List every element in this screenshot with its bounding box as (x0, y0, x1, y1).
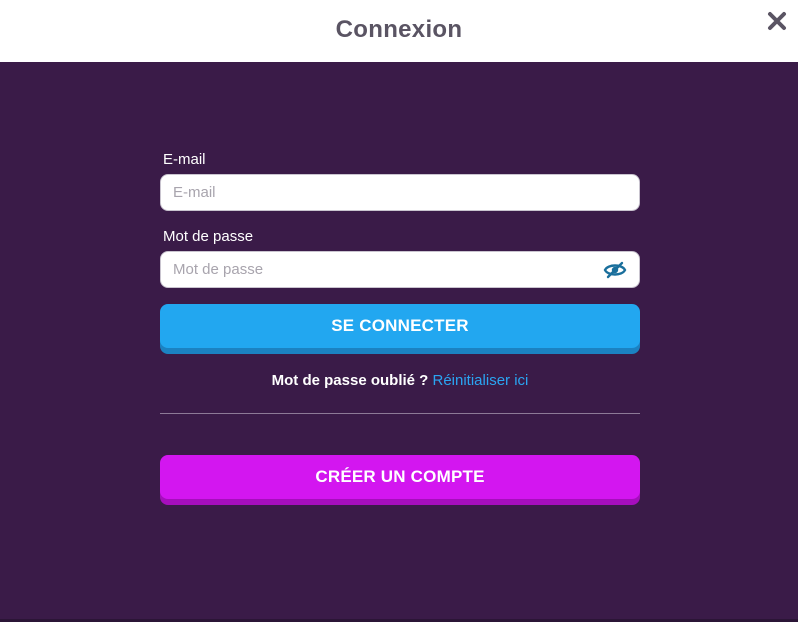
modal-header: Connexion (0, 0, 798, 62)
password-label: Mot de passe (163, 228, 254, 245)
close-icon[interactable] (766, 10, 788, 32)
create-account-button[interactable]: CRÉER UN COMPTE (160, 455, 640, 499)
password-field[interactable] (173, 252, 593, 287)
forgot-password-text: Mot de passe oublié ? (271, 372, 429, 389)
email-field[interactable] (173, 175, 593, 210)
eye-off-icon[interactable] (603, 260, 627, 280)
login-modal: Connexion E-mail Mot de passe SE CONNECT… (0, 0, 798, 622)
email-label: E-mail (163, 151, 206, 168)
reset-password-link[interactable]: Réinitialiser ici (433, 372, 529, 389)
password-field-wrapper (160, 251, 640, 288)
modal-title: Connexion (335, 16, 463, 43)
divider (160, 413, 640, 414)
email-field-wrapper (160, 174, 640, 211)
forgot-password-line: Mot de passe oublié ? Réinitialiser ici (160, 372, 640, 389)
login-button[interactable]: SE CONNECTER (160, 304, 640, 348)
